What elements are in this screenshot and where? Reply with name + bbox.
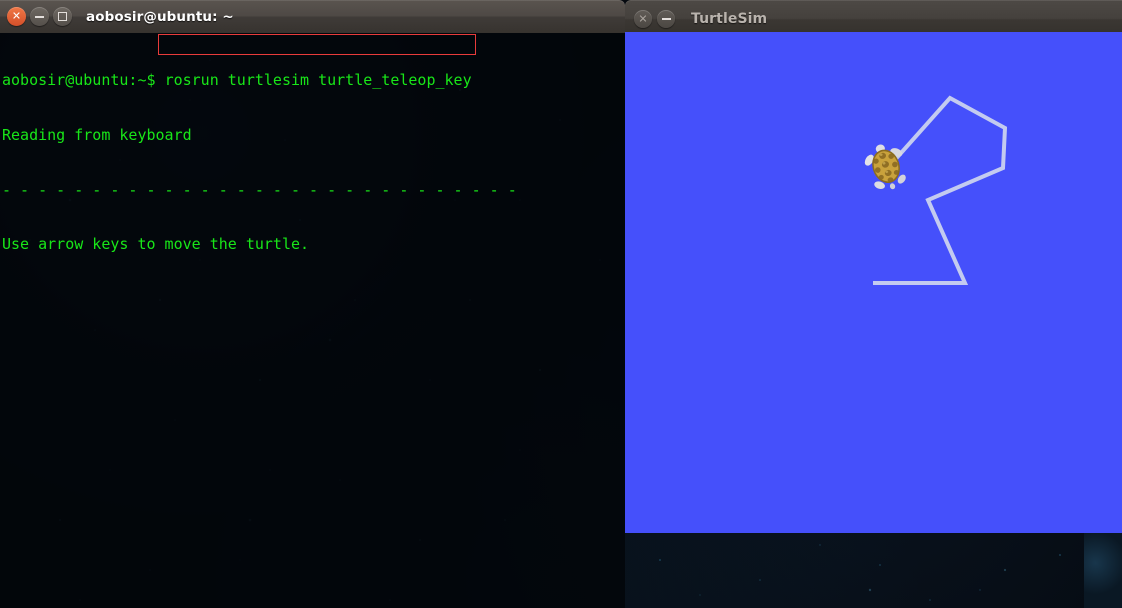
turtlesim-window-controls: ✕	[625, 10, 675, 28]
turtlesim-canvas[interactable]	[625, 32, 1122, 533]
shell-command: rosrun turtlesim turtle_teleop_key	[164, 71, 472, 90]
turtlesim-window[interactable]: ✕ TurtleSim	[625, 0, 1122, 533]
terminal-body[interactable]: aobosir@ubuntu:~$ rosrun turtlesim turtl…	[0, 33, 625, 608]
terminal-text: Reading from keyboard	[2, 126, 192, 144]
terminal-separator: - - - - - - - - - - - - - - - - - - - - …	[2, 180, 517, 199]
terminal-titlebar[interactable]: ✕ aobosir@ubuntu: ~	[0, 0, 625, 33]
minimize-icon[interactable]	[657, 10, 675, 28]
close-icon[interactable]: ✕	[7, 7, 26, 26]
maximize-icon[interactable]	[53, 7, 72, 26]
desktop-screen: ✕ aobosir@ubuntu: ~ aobosir@ubuntu:~$ ro…	[0, 0, 1122, 608]
turtlesim-title: TurtleSim	[691, 11, 768, 27]
turtle-path	[873, 95, 1008, 285]
shell-prompt: aobosir@ubuntu:~$	[2, 71, 165, 90]
terminal-text: Use arrow keys to move the turtle.	[2, 235, 310, 254]
terminal-window-controls: ✕	[0, 7, 72, 26]
terminal-line: - - - - - - - - - - - - - - - - - - - - …	[2, 181, 625, 199]
terminal-title: aobosir@ubuntu: ~	[86, 8, 234, 25]
minimize-icon[interactable]	[30, 7, 49, 26]
terminal-line: aobosir@ubuntu:~$ rosrun turtlesim turtl…	[2, 71, 625, 89]
wallpaper-patch	[1084, 533, 1122, 608]
terminal-line: Reading from keyboard	[2, 126, 625, 144]
terminal-window[interactable]: ✕ aobosir@ubuntu: ~ aobosir@ubuntu:~$ ro…	[0, 0, 625, 608]
terminal-output: aobosir@ubuntu:~$ rosrun turtlesim turtl…	[0, 33, 625, 290]
terminal-line: Use arrow keys to move the turtle.	[2, 235, 625, 253]
close-icon[interactable]: ✕	[634, 10, 652, 28]
